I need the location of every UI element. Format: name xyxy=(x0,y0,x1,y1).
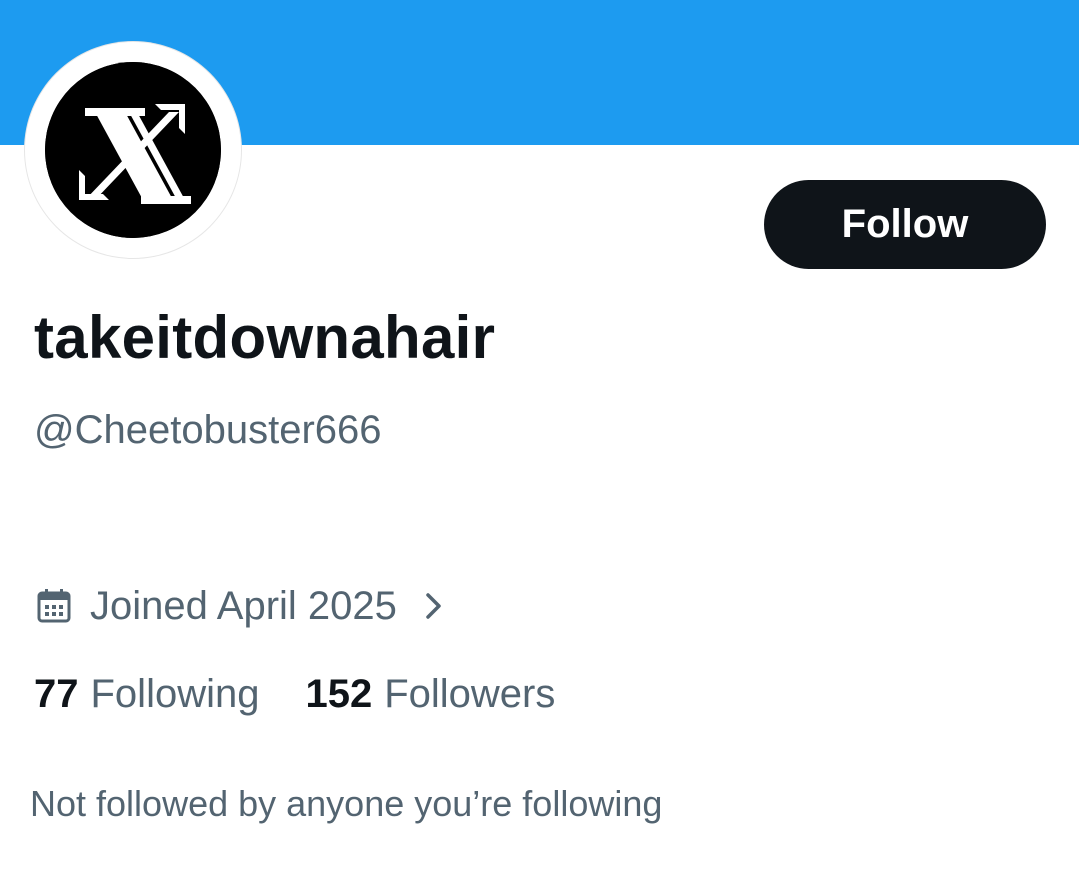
followers-link[interactable]: 152 Followers xyxy=(305,672,555,717)
joined-date-text: Joined April 2025 xyxy=(90,583,397,628)
chevron-right-icon xyxy=(426,593,441,619)
profile-page: Follow takeitdownahair @Cheetobuster666 … xyxy=(0,0,1079,887)
avatar-image xyxy=(45,62,221,238)
followers-count: 152 xyxy=(305,671,373,716)
follow-button-label: Follow xyxy=(841,202,969,246)
calendar-icon xyxy=(37,589,71,623)
mutual-followers-text: Not followed by anyone you’re following xyxy=(30,783,663,824)
display-name: takeitdownahair xyxy=(34,304,496,371)
joined-date-row[interactable]: Joined April 2025 xyxy=(36,583,445,629)
profile-handle: @Cheetobuster666 xyxy=(34,408,382,452)
following-link[interactable]: 77 Following xyxy=(34,672,259,717)
following-count: 77 xyxy=(34,671,79,716)
x-logo-icon xyxy=(45,62,221,238)
followers-label: Followers xyxy=(384,671,556,716)
following-label: Following xyxy=(90,671,260,716)
follow-stats: 77 Following 152 Followers xyxy=(34,670,555,718)
avatar[interactable] xyxy=(25,42,241,258)
follow-button[interactable]: Follow xyxy=(764,180,1046,269)
